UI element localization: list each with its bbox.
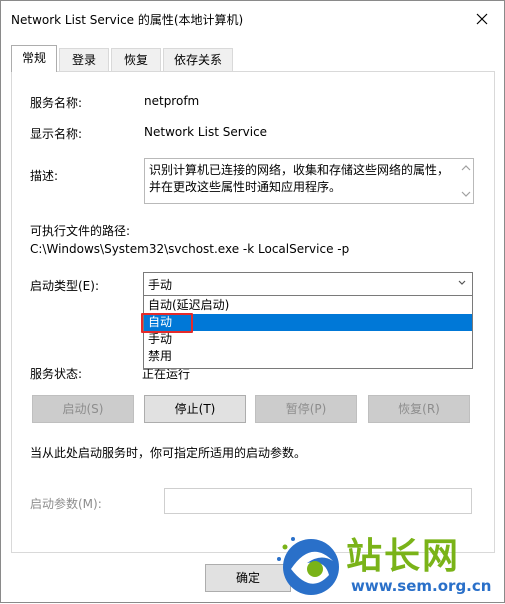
start-button[interactable]: 启动(S) [32, 395, 134, 423]
startup-type-dropdown: 自动(延迟启动) 自动 手动 禁用 [141, 295, 473, 369]
watermark-brand: 站长网 [346, 535, 461, 577]
resume-button[interactable]: 恢复(R) [368, 395, 470, 423]
startup-type-select[interactable]: 手动 [143, 272, 473, 296]
start-params-label: 启动参数(M): [30, 497, 102, 511]
display-name-label: 显示名称: [30, 127, 83, 141]
watermark: 站长网 www.sem.org.cn [271, 521, 505, 604]
tab-dependencies[interactable]: 依存关系 [163, 48, 233, 71]
startup-type-label: 启动类型(E): [30, 279, 99, 293]
service-name-label: 服务名称: [30, 96, 83, 110]
option-auto-delayed[interactable]: 自动(延迟启动) [144, 297, 472, 314]
exe-path-value: C:\Windows\System32\svchost.exe -k Local… [30, 242, 350, 256]
description-text: 识别计算机已连接的网络，收集和存储这些网络的属性，并在更改这些属性时通知应用程序… [149, 163, 450, 194]
general-panel: 服务名称: netprofm 显示名称: Network List Servic… [11, 71, 495, 553]
service-status-label: 服务状态: [30, 367, 83, 381]
watermark-logo-icon [277, 537, 339, 595]
scroll-up-icon [461, 165, 471, 171]
stop-button[interactable]: 停止(T) [144, 395, 246, 423]
option-manual[interactable]: 手动 [144, 331, 472, 348]
tab-recovery[interactable]: 恢复 [111, 48, 161, 71]
start-params-input[interactable] [164, 488, 472, 514]
title-bar[interactable]: Network List Service 的属性(本地计算机) [1, 1, 504, 37]
option-disabled[interactable]: 禁用 [144, 348, 472, 365]
window-title: Network List Service 的属性(本地计算机) [11, 13, 244, 27]
scroll-down-icon [461, 191, 471, 197]
service-name-value: netprofm [144, 94, 200, 108]
close-icon [476, 13, 488, 25]
startup-type-current: 手动 [148, 278, 173, 292]
highlight-box [141, 313, 193, 333]
close-button[interactable] [464, 4, 500, 34]
description-scrollbar[interactable] [459, 159, 473, 203]
tab-logon[interactable]: 登录 [59, 48, 109, 71]
hint-text: 当从此处启动服务时，你可指定所适用的启动参数。 [30, 446, 307, 460]
watermark-url: www.sem.org.cn [351, 577, 492, 595]
tab-general[interactable]: 常规 [11, 45, 57, 72]
option-auto[interactable]: 自动 [144, 314, 472, 331]
properties-dialog: Network List Service 的属性(本地计算机) 常规 登录 恢复… [0, 0, 505, 603]
exe-path-label: 可执行文件的路径: [30, 224, 131, 238]
display-name-value: Network List Service [144, 125, 268, 139]
pause-button[interactable]: 暂停(P) [255, 395, 357, 423]
chevron-down-icon [458, 280, 466, 285]
description-label: 描述: [30, 169, 59, 183]
description-box[interactable]: 识别计算机已连接的网络，收集和存储这些网络的属性，并在更改这些属性时通知应用程序… [144, 158, 474, 204]
